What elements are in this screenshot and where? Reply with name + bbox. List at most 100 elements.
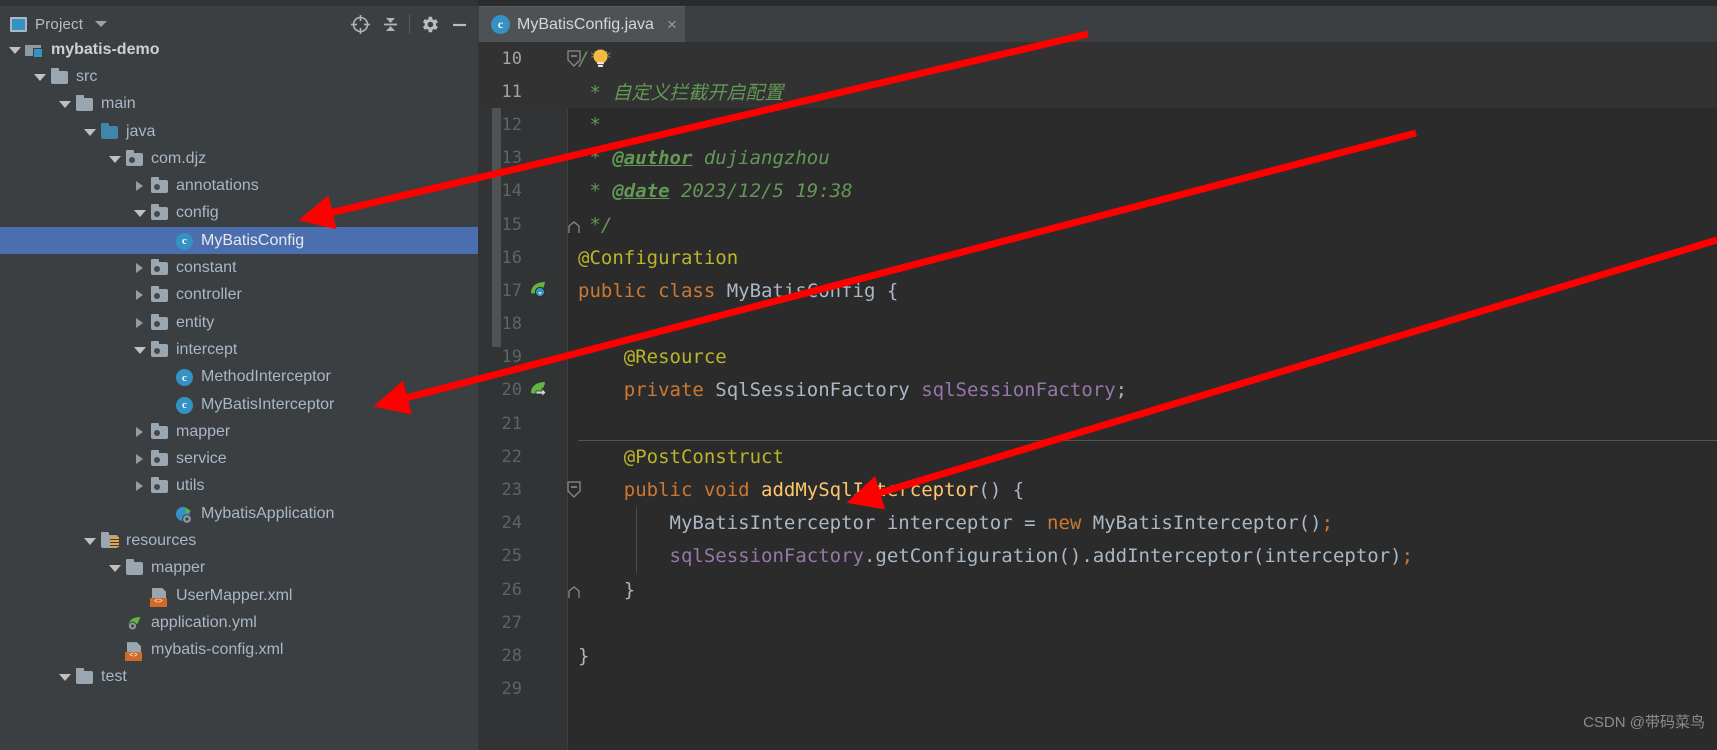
tree-node-icon <box>150 477 170 495</box>
code-line-24[interactable]: 24 MyBatisInterceptor interceptor = new … <box>478 506 1717 540</box>
chevron-down-icon[interactable] <box>108 152 122 166</box>
project-toolbar-actions <box>345 9 478 39</box>
tree-node-entity[interactable]: entity <box>0 309 478 336</box>
chevron-down-icon[interactable] <box>8 43 22 57</box>
tree-node-constant[interactable]: constant <box>0 254 478 281</box>
code-line-17[interactable]: 17 public class MyBatisConfig { <box>478 274 1717 307</box>
tree-node-config[interactable]: config <box>0 200 478 227</box>
project-tree-rows: mybatis-demo src main java com.djz annotation… <box>0 36 478 691</box>
tree-node-icon <box>150 286 170 304</box>
code-line-11[interactable]: 11 * 自定义拦截开启配置 <box>478 75 1717 109</box>
code-line-23[interactable]: 23 public void addMySqlInterceptor() { <box>478 473 1717 506</box>
chevron-down-icon[interactable] <box>133 343 147 357</box>
tree-node-mybatisconfig[interactable]: c MyBatisConfig <box>0 227 478 255</box>
tree-node-icon <box>125 149 145 168</box>
chevron-down-icon[interactable] <box>95 21 108 27</box>
code-line-25[interactable]: 25 sqlSessionFactory.getConfiguration().… <box>478 539 1717 573</box>
chevron-down-icon[interactable] <box>108 561 122 575</box>
collapse-all-icon[interactable] <box>375 9 405 39</box>
tree-node-test[interactable]: test <box>0 664 478 691</box>
tree-node-label: MethodInterceptor <box>201 368 331 386</box>
code-line-29[interactable]: 29 <box>478 673 1717 706</box>
tree-node-src[interactable]: src <box>0 63 478 90</box>
line-number: 29 <box>501 679 522 700</box>
tree-node-methodinterceptor[interactable]: c MethodInterceptor <box>0 364 478 391</box>
spring-bean-gutter-icon[interactable] <box>528 280 548 300</box>
code-line-26[interactable]: 26 } <box>478 573 1717 606</box>
code-text: } <box>578 579 635 601</box>
tree-node-java[interactable]: java <box>0 118 478 145</box>
package-icon <box>151 204 168 221</box>
chevron-right-icon[interactable] <box>133 179 147 193</box>
code-line-28[interactable]: 28} <box>478 639 1717 672</box>
code-line-13[interactable]: 13 * @author dujiangzhou <box>478 142 1717 175</box>
tree-node-controller[interactable]: controller <box>0 282 478 309</box>
tree-node-mybatisapplication[interactable]: MybatisApplication <box>0 500 478 527</box>
code-token: ; <box>1115 379 1128 402</box>
code-token: MyBatisInterceptor() <box>1092 512 1322 535</box>
code-line-19[interactable]: 19 @Resource <box>478 341 1717 374</box>
minimize-icon[interactable] <box>444 9 474 39</box>
code-token: } <box>578 644 590 667</box>
line-number: 10 <box>501 48 522 69</box>
code-token: void <box>703 479 762 502</box>
chevron-down-icon[interactable] <box>83 534 97 548</box>
code-line-16[interactable]: 16 @Configuration <box>478 241 1717 274</box>
code-line-27[interactable]: 27 <box>478 606 1717 639</box>
tree-node-mapper[interactable]: mapper <box>0 555 478 582</box>
tree-node-annotations[interactable]: annotations <box>0 172 478 199</box>
tree-node-icon: c <box>175 368 195 387</box>
tab-mybatisconfig-java[interactable]: c MyBatisConfig.java × <box>479 6 685 42</box>
chevron-down-icon[interactable] <box>133 206 147 220</box>
line-number: 16 <box>501 247 522 268</box>
code-line-12[interactable]: 12 * <box>478 108 1717 141</box>
tree-node-label: MybatisApplication <box>201 504 335 522</box>
tree-node-mapper[interactable]: mapper <box>0 418 478 445</box>
tree-node-icon <box>100 531 120 550</box>
chevron-right-icon[interactable] <box>133 452 147 466</box>
tree-node-usermapper-xml[interactable]: <> UserMapper.xml <box>0 582 478 609</box>
code-text: public void addMySqlInterceptor() { <box>578 479 1024 501</box>
tree-node-application-yml[interactable]: application.yml <box>0 609 478 636</box>
tree-node-com-djz[interactable]: com.djz <box>0 145 478 172</box>
close-icon[interactable]: × <box>667 16 677 33</box>
code-text: @PostConstruct <box>578 446 784 468</box>
tree-node-mybatis-config-xml[interactable]: <> mybatis-config.xml <box>0 637 478 664</box>
spring-autowire-gutter-icon[interactable] <box>528 380 548 400</box>
code-editor[interactable]: 10/**11 * 自定义拦截开启配置12 *13 * @author duji… <box>478 42 1717 750</box>
tree-node-resources[interactable]: resources <box>0 527 478 554</box>
tree-node-service[interactable]: service <box>0 445 478 472</box>
code-line-15[interactable]: 15 */ <box>478 208 1717 241</box>
project-tool-window-title-group[interactable]: Project <box>0 16 108 33</box>
code-line-22[interactable]: 22 @PostConstruct <box>478 440 1717 473</box>
settings-gear-icon[interactable] <box>414 9 444 39</box>
tree-node-utils[interactable]: utils <box>0 473 478 500</box>
chevron-right-icon[interactable] <box>133 479 147 493</box>
chevron-right-icon[interactable] <box>133 288 147 302</box>
intention-bulb-icon[interactable] <box>590 48 611 69</box>
code-line-10[interactable]: 10/** <box>478 42 1717 76</box>
chevron-down-icon[interactable] <box>33 70 47 84</box>
chevron-right-icon[interactable] <box>133 316 147 330</box>
code-token: public <box>623 479 704 502</box>
code-line-20[interactable]: 20 private SqlSessionFactory sqlSessionF… <box>478 374 1717 407</box>
chevron-down-icon[interactable] <box>83 125 97 139</box>
code-line-21[interactable]: 21 <box>478 407 1717 440</box>
code-line-18[interactable]: 18 <box>478 308 1717 341</box>
chevron-down-icon[interactable] <box>58 670 72 684</box>
code-token: @Configuration <box>578 246 739 269</box>
tree-node-main[interactable]: main <box>0 91 478 118</box>
tree-node-mybatisinterceptor[interactable]: c MyBatisInterceptor <box>0 391 478 418</box>
chevron-right-icon[interactable] <box>133 261 147 275</box>
indent-guide <box>636 539 637 573</box>
tree-node-label: UserMapper.xml <box>176 586 293 604</box>
chevron-down-icon[interactable] <box>58 97 72 111</box>
tree-node-label: resources <box>126 531 197 549</box>
code-token: @Resource <box>623 346 727 369</box>
chevron-right-icon[interactable] <box>133 425 147 439</box>
tree-node-mybatis-demo[interactable]: mybatis-demo <box>0 36 478 63</box>
tree-node-intercept[interactable]: intercept <box>0 336 478 363</box>
locate-target-icon[interactable] <box>345 9 375 39</box>
project-tree[interactable]: mybatis-demo src main java com.djz annotation… <box>0 36 478 750</box>
code-line-14[interactable]: 14 * @date 2023/12/5 19:38 <box>478 175 1717 208</box>
